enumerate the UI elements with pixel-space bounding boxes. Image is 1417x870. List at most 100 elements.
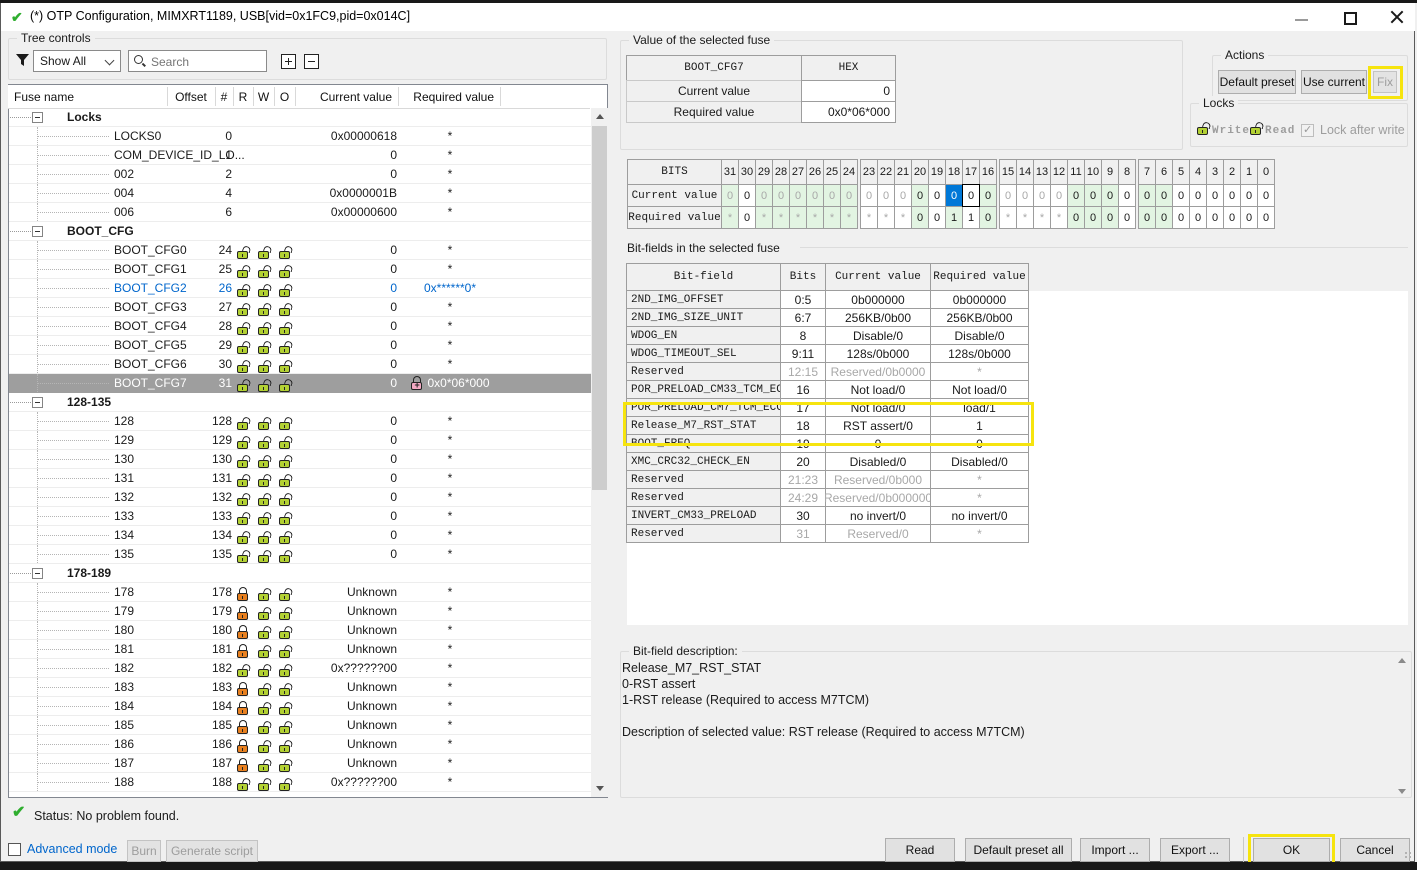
required-bit-8[interactable]: 0 <box>1118 206 1136 229</box>
bitfield-current-value[interactable]: Not load/0 <box>825 398 931 417</box>
scroll-up-icon[interactable] <box>591 108 608 125</box>
required-bit-13[interactable]: * <box>1033 206 1051 229</box>
bitfield-row-2ND_IMG_SIZE_UNIT[interactable]: 2ND_IMG_SIZE_UNIT6:7256KB/0b00256KB/0b00 <box>627 308 1029 327</box>
bitfield-current-value[interactable]: Reserved/0b000 <box>825 470 931 489</box>
current-bit-3[interactable]: 0 <box>1206 184 1224 207</box>
scroll-down-icon[interactable] <box>591 780 608 797</box>
current-bit-5[interactable]: 0 <box>1172 184 1190 207</box>
tree-row-187[interactable]: 187187Unknown* <box>9 754 591 773</box>
bitfield-row-Reserved[interactable]: Reserved12:15Reserved/0b0000* <box>627 362 1029 381</box>
collapse-expander-icon[interactable] <box>32 112 43 123</box>
bitfield-required-value[interactable]: 128s/0b000 <box>930 344 1029 363</box>
current-bit-31[interactable]: 0 <box>721 184 739 207</box>
tree-row-183[interactable]: 183183Unknown* <box>9 678 591 697</box>
resize-grip[interactable] <box>1403 852 1411 860</box>
bitfield-required-value[interactable]: * <box>930 362 1029 381</box>
required-bit-6[interactable]: 0 <box>1155 206 1173 229</box>
col-offset[interactable]: Offset <box>167 85 215 108</box>
maximize-button[interactable] <box>1344 12 1357 25</box>
required-bit-7[interactable]: 0 <box>1138 206 1156 229</box>
lock-after-write-checkbox[interactable] <box>1301 124 1314 137</box>
col-required-value[interactable]: Required value <box>398 85 494 108</box>
required-bit-9[interactable]: 0 <box>1101 206 1119 229</box>
tree-row-002[interactable]: 00220* <box>9 165 591 184</box>
collapse-all-button[interactable] <box>304 54 319 69</box>
required-bit-2[interactable]: 0 <box>1223 206 1241 229</box>
tree-row-004[interactable]: 00440x0000001B* <box>9 184 591 203</box>
tree-row-BOOT_CFG4[interactable]: BOOT_CFG4280* <box>9 317 591 336</box>
current-bit-17[interactable]: 0 <box>962 184 980 207</box>
required-bit-27[interactable]: * <box>789 206 807 229</box>
bitfield-current-value[interactable]: 0b000000 <box>825 290 931 309</box>
tree-row-182[interactable]: 1821820x??????00* <box>9 659 591 678</box>
required-bit-19[interactable]: 0 <box>928 206 946 229</box>
col-r[interactable]: R <box>233 85 253 108</box>
tree-group-178-189[interactable]: 178-189 <box>9 564 591 583</box>
bitfield-current-value[interactable]: Reserved/0b0000 <box>825 362 931 381</box>
required-bit-15[interactable]: * <box>999 206 1017 229</box>
current-bit-12[interactable]: 0 <box>1050 184 1068 207</box>
collapse-expander-icon[interactable] <box>32 568 43 579</box>
current-bit-8[interactable]: 0 <box>1118 184 1136 207</box>
bitfield-current-value[interactable]: Reserved/0 <box>825 524 931 543</box>
expand-all-button[interactable] <box>281 54 296 69</box>
required-bit-14[interactable]: * <box>1016 206 1034 229</box>
bitfield-row-Release_M7_RST_STAT[interactable]: Release_M7_RST_STAT18RST assert/01 <box>627 416 1029 435</box>
default-preset-button[interactable]: Default preset <box>1218 70 1296 94</box>
required-bit-11[interactable]: 0 <box>1067 206 1085 229</box>
current-bit-28[interactable]: 0 <box>772 184 790 207</box>
tree-row-BOOT_CFG0[interactable]: BOOT_CFG0240* <box>9 241 591 260</box>
tree-row-185[interactable]: 185185Unknown* <box>9 716 591 735</box>
required-bit-17[interactable]: 1 <box>962 206 980 229</box>
fix-button[interactable]: Fix <box>1373 71 1397 93</box>
burn-button[interactable]: Burn <box>127 840 161 862</box>
required-bit-25[interactable]: * <box>823 206 841 229</box>
bitfield-required-value[interactable]: Disabled/0 <box>930 452 1029 471</box>
bitfield-required-value[interactable]: load/1 <box>930 398 1029 417</box>
bitfield-required-value[interactable]: 0b000000 <box>930 290 1029 309</box>
required-bit-12[interactable]: * <box>1050 206 1068 229</box>
required-bit-16[interactable]: 0 <box>979 206 997 229</box>
current-bit-16[interactable]: 0 <box>979 184 997 207</box>
ok-button[interactable]: OK <box>1253 838 1330 862</box>
bitfield-row-WDOG_EN[interactable]: WDOG_EN8Disable/0Disable/0 <box>627 326 1029 345</box>
tree-row-178[interactable]: 178178Unknown* <box>9 583 591 602</box>
tree-row-181[interactable]: 181181Unknown* <box>9 640 591 659</box>
generate-script-button[interactable]: Generate script <box>166 840 258 862</box>
bitfield-current-value[interactable]: Reserved/0b000000 <box>825 488 931 507</box>
required-bit-24[interactable]: * <box>840 206 858 229</box>
bitfield-required-value[interactable]: Not load/0 <box>930 380 1029 399</box>
required-bit-31[interactable]: * <box>721 206 739 229</box>
cancel-button[interactable]: Cancel <box>1340 838 1410 862</box>
tree-row-LOCKS0[interactable]: LOCKS000x00000618* <box>9 127 591 146</box>
import-button[interactable]: Import ... <box>1080 838 1150 862</box>
tree-group-128-135[interactable]: 128-135 <box>9 393 591 412</box>
current-bit-9[interactable]: 0 <box>1101 184 1119 207</box>
collapse-expander-icon[interactable] <box>32 226 43 237</box>
required-bit-3[interactable]: 0 <box>1206 206 1224 229</box>
current-bit-13[interactable]: 0 <box>1033 184 1051 207</box>
current-bit-15[interactable]: 0 <box>999 184 1017 207</box>
col-w[interactable]: W <box>253 85 274 108</box>
export-button[interactable]: Export ... <box>1160 838 1230 862</box>
tree-row-006[interactable]: 00660x00000600* <box>9 203 591 222</box>
bitfield-row-BOOT_FREQ[interactable]: BOOT_FREQ1900 <box>627 434 1029 453</box>
required-bit-21[interactable]: * <box>894 206 912 229</box>
tree-row-133[interactable]: 1331330* <box>9 507 591 526</box>
current-bit-20[interactable]: 0 <box>911 184 929 207</box>
tree-row-BOOT_CFG5[interactable]: BOOT_CFG5290* <box>9 336 591 355</box>
bitfield-required-value[interactable]: * <box>930 470 1029 489</box>
bitfield-row-Reserved[interactable]: Reserved21:23Reserved/0b000* <box>627 470 1029 489</box>
bitfield-row-Reserved[interactable]: Reserved24:29Reserved/0b000000* <box>627 488 1029 507</box>
current-bit-18[interactable]: 0 <box>945 184 963 207</box>
tree-row-134[interactable]: 1341340* <box>9 526 591 545</box>
bitfield-row-2ND_IMG_OFFSET[interactable]: 2ND_IMG_OFFSET0:50b0000000b000000 <box>627 290 1029 309</box>
tree-row-BOOT_CFG3[interactable]: BOOT_CFG3270* <box>9 298 591 317</box>
current-bit-4[interactable]: 0 <box>1189 184 1207 207</box>
scroll-down-icon[interactable] <box>1398 789 1406 794</box>
bitfield-current-value[interactable]: no invert/0 <box>825 506 931 525</box>
description-scrollbar[interactable] <box>1395 656 1409 796</box>
current-value-field[interactable]: 0 <box>801 80 896 102</box>
bitfield-current-value[interactable]: 0 <box>825 434 931 453</box>
tree-row-184[interactable]: 184184Unknown* <box>9 697 591 716</box>
